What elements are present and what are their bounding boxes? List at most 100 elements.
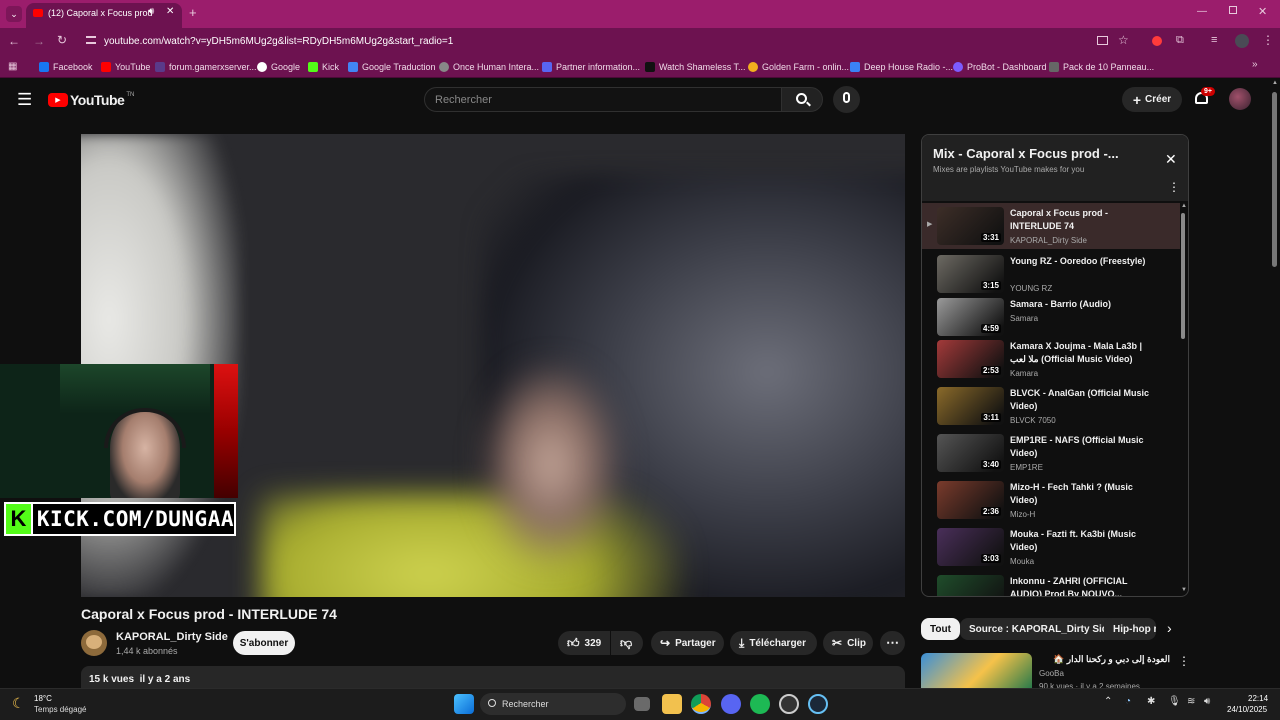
bookmark-deep-house-radio[interactable]: Deep House Radio -... bbox=[850, 59, 953, 75]
apps-grid-icon[interactable]: ▦ bbox=[8, 61, 17, 72]
page-scroll-up-icon[interactable]: ▲ bbox=[1272, 80, 1278, 86]
tray-mic-icon[interactable]: 🎙︎ bbox=[1168, 696, 1181, 707]
chrome-icon[interactable] bbox=[691, 694, 711, 714]
weather-moon-icon[interactable]: ☾ bbox=[12, 695, 25, 712]
scroll-up-icon[interactable]: ▲ bbox=[1181, 203, 1187, 209]
spotify-icon[interactable] bbox=[750, 694, 770, 714]
like-button[interactable]: 👍︎ 329 bbox=[558, 631, 610, 655]
playlist-item[interactable]: 3:03 Mouka - Fazti ft. Ka3bi (Music Video… bbox=[922, 524, 1180, 570]
maximize-icon[interactable] bbox=[1229, 6, 1237, 14]
clock-date[interactable]: 24/10/2025 bbox=[1227, 705, 1267, 714]
playlist-item-duration: 3:03 bbox=[980, 554, 1001, 563]
back-icon[interactable]: ← bbox=[8, 34, 20, 48]
tray-wifi-icon[interactable]: ≋ bbox=[1187, 696, 1195, 707]
bookmark-kick[interactable]: Kick bbox=[308, 59, 339, 75]
close-window-icon[interactable]: ✕ bbox=[1258, 5, 1267, 18]
weather-desc[interactable]: Temps dégagé bbox=[34, 705, 86, 714]
close-tab-icon[interactable]: ✕ bbox=[166, 6, 174, 17]
bookmark-google-traduction[interactable]: Google Traduction bbox=[348, 59, 436, 75]
channel-avatar[interactable] bbox=[81, 630, 107, 656]
install-app-icon[interactable] bbox=[1097, 36, 1108, 45]
youtube-logo[interactable]: ▶ YouTube TN bbox=[48, 92, 134, 108]
windows-start-icon[interactable] bbox=[454, 694, 474, 714]
new-tab-icon[interactable]: + bbox=[189, 5, 197, 20]
taskbar-search[interactable]: Rechercher bbox=[480, 693, 626, 715]
subscribe-button[interactable]: S'abonner bbox=[233, 631, 295, 655]
extensions-puzzle-icon[interactable]: ⧉ bbox=[1176, 34, 1184, 47]
bookmark-watch-shameless[interactable]: Watch Shameless T... bbox=[645, 59, 746, 75]
guide-menu-icon[interactable]: ☰ bbox=[17, 91, 32, 108]
browser-tab[interactable]: (12) Caporal x Focus prod 🔊︎ ✕ bbox=[26, 3, 182, 28]
browser-menu-icon[interactable]: ⋮ bbox=[1262, 33, 1274, 47]
playlist-scrollbar[interactable]: ▲ ▼ bbox=[1180, 203, 1187, 596]
playlist-item[interactable]: 2:36 Mizo-H - Fech Tahki ? (Music Video) M… bbox=[922, 477, 1180, 523]
chip-hiphop[interactable]: Hip-hop r bbox=[1104, 618, 1156, 640]
reco-title[interactable]: العودة إلى دبي و ركحنا الدار 🏠 bbox=[1040, 654, 1170, 665]
obs-icon[interactable] bbox=[779, 694, 799, 714]
address-bar[interactable]: youtube.com/watch?v=yDH5m6MUg2g&list=RDy… bbox=[104, 36, 453, 47]
task-view-icon[interactable] bbox=[634, 697, 650, 711]
tray-volume-icon[interactable]: 🔊︎ bbox=[1204, 696, 1210, 707]
channel-name[interactable]: KAPORAL_Dirty Side bbox=[116, 631, 228, 643]
tray-bluetooth-icon[interactable]: ✱ bbox=[1147, 696, 1155, 707]
clip-button[interactable]: ✂ Clip bbox=[823, 631, 873, 655]
playlist-menu-icon[interactable]: ⋮ bbox=[1168, 180, 1180, 194]
weather-temp[interactable]: 18°C bbox=[34, 694, 52, 703]
bookmark-star-icon[interactable]: ☆ bbox=[1118, 33, 1129, 47]
reco-channel[interactable]: GooBa bbox=[1039, 669, 1064, 678]
search-button[interactable] bbox=[781, 87, 823, 112]
playlist-item[interactable]: 3:15 Young RZ - Ooredoo (Freestyle) YOUNG … bbox=[922, 251, 1180, 297]
audio-playing-icon[interactable]: 🔊︎ bbox=[148, 6, 154, 17]
reading-list-icon[interactable]: ≡ bbox=[1211, 34, 1217, 46]
tab-list-icon[interactable]: ⌄ bbox=[6, 6, 22, 22]
playlist-scroll-thumb[interactable] bbox=[1181, 213, 1185, 339]
bookmark-facebook[interactable]: Facebook bbox=[39, 59, 93, 75]
search-input[interactable]: Rechercher bbox=[424, 87, 782, 112]
playlist-item[interactable]: ▶ 3:31 Caporal x Focus prod - INTERLUDE 74… bbox=[922, 203, 1180, 249]
bookmark-forum[interactable]: forum.gamerxserver... bbox=[155, 59, 257, 75]
bookmark-google[interactable]: Google bbox=[257, 59, 300, 75]
download-button[interactable]: ⤓ Télécharger bbox=[730, 631, 817, 655]
bookmark-once-human[interactable]: Once Human Intera... bbox=[439, 59, 539, 75]
voice-search-button[interactable] bbox=[833, 86, 860, 113]
reco-menu-icon[interactable]: ⋮ bbox=[1178, 654, 1190, 668]
page-scroll-thumb[interactable] bbox=[1272, 92, 1277, 267]
tray-overflow-icon[interactable]: ⌃ bbox=[1104, 696, 1112, 707]
playlist-title[interactable]: Mix - Caporal x Focus prod -... bbox=[933, 146, 1119, 161]
site-info-icon[interactable] bbox=[86, 36, 96, 44]
playlist-item[interactable]: Inkonnu - ZAHRI (OFFICIAL AUDIO) Prod.By… bbox=[922, 571, 1180, 596]
bookmark-youtube[interactable]: YouTube bbox=[101, 59, 150, 75]
chip-all[interactable]: Tout bbox=[921, 618, 960, 640]
extension-icon[interactable] bbox=[1152, 36, 1162, 46]
tray-network-icon[interactable]: ◔ bbox=[1125, 696, 1131, 707]
reco-thumbnail[interactable] bbox=[921, 653, 1032, 688]
close-playlist-icon[interactable]: ✕ bbox=[1165, 151, 1177, 168]
forward-icon[interactable]: → bbox=[33, 34, 45, 48]
playlist-item[interactable]: 3:40 EMP1RE - NAFS (Official Music Video)… bbox=[922, 430, 1180, 476]
account-avatar[interactable] bbox=[1229, 88, 1251, 110]
reload-icon[interactable]: ↻ bbox=[57, 33, 67, 47]
dislike-button[interactable]: 👎︎ bbox=[611, 631, 643, 655]
file-explorer-icon[interactable] bbox=[662, 694, 682, 714]
notifications-button[interactable]: 9+ bbox=[1193, 87, 1215, 109]
minimize-icon[interactable]: — bbox=[1197, 6, 1207, 17]
bookmark-probot[interactable]: ProBot - Dashboard bbox=[953, 59, 1047, 75]
more-bookmarks-icon[interactable]: » bbox=[1252, 59, 1258, 70]
steam-icon[interactable] bbox=[808, 694, 828, 714]
playlist-item[interactable]: 4:59 Samara - Barrio (Audio) Samara bbox=[922, 294, 1180, 340]
scroll-down-icon[interactable]: ▼ bbox=[1181, 587, 1187, 593]
page-scrollbar[interactable]: ▲ bbox=[1271, 80, 1279, 688]
clock-time[interactable]: 22:14 bbox=[1248, 694, 1268, 703]
bookmark-golden-farm[interactable]: Golden Farm - onlin... bbox=[748, 59, 849, 75]
bookmark-partner-information[interactable]: Partner information... bbox=[542, 59, 640, 75]
chip-source[interactable]: Source : KAPORAL_Dirty Side bbox=[960, 618, 1123, 640]
bookmark-pack-panneau[interactable]: Pack de 10 Panneau... bbox=[1049, 59, 1154, 75]
discord-icon[interactable] bbox=[721, 694, 741, 714]
chips-next-icon[interactable]: › bbox=[1167, 620, 1172, 636]
playlist-item[interactable]: 3:11 BLVCK - AnalGan (Official Music Vide… bbox=[922, 383, 1180, 429]
more-actions-button[interactable]: ⋯ bbox=[880, 631, 905, 655]
share-button[interactable]: ↪ Partager bbox=[651, 631, 724, 655]
playlist-item[interactable]: 2:53 Kamara X Joujma - Mala La3b | ملا لع… bbox=[922, 336, 1180, 382]
profile-avatar[interactable] bbox=[1235, 34, 1249, 48]
create-button[interactable]: + Créer bbox=[1122, 87, 1182, 112]
